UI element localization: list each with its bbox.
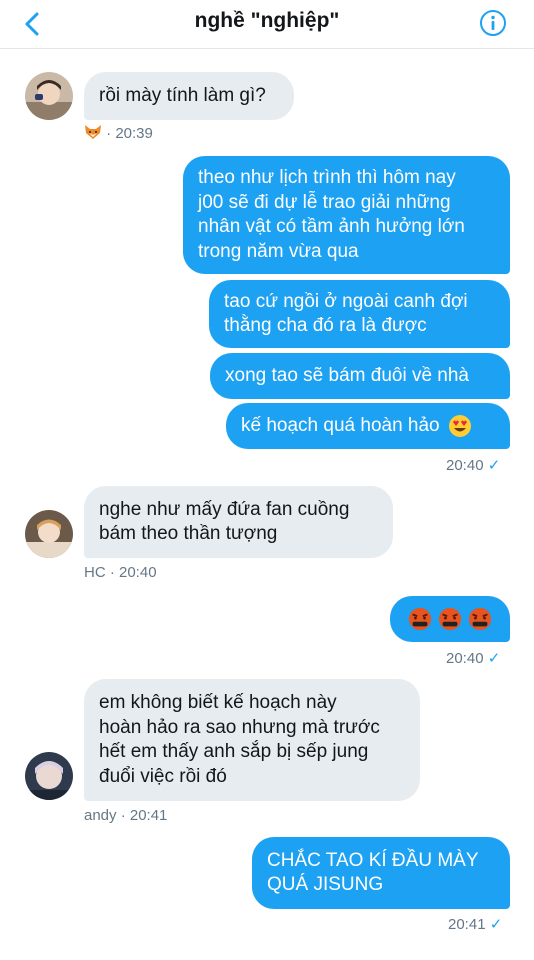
message-time: 20:40 <box>446 457 484 474</box>
cursing-face-emoji-icon <box>438 607 462 631</box>
avatar[interactable] <box>25 72 73 120</box>
message-text: theo như lịch trình thì hôm nay j00 sẽ đ… <box>198 167 465 262</box>
message-bubble[interactable]: nghe như mấy đứa fan cuồng bám theo thần… <box>84 486 393 558</box>
message-meta: 20:41 ✓ <box>448 915 502 933</box>
message-bubble[interactable]: tao cứ ngồi ở ngoài canh đợi thằng cha đ… <box>209 280 510 348</box>
message-time: HC · 20:40 <box>84 564 157 581</box>
message-text: CHẮC TAO KÍ ĐẦU MÀY QUÁ JISUNG <box>267 849 479 896</box>
message-text: kế hoạch quá hoàn hảo <box>241 414 440 436</box>
message-text: xong tao sẽ bám đuôi về nhà <box>225 364 470 386</box>
message-text: em không biết kế hoạch này hoàn hảo ra s… <box>99 692 380 787</box>
cursing-face-emoji-icon <box>408 607 432 631</box>
cursing-face-emoji-icon <box>468 607 492 631</box>
read-check-icon: ✓ <box>487 457 501 474</box>
message-bubble[interactable]: theo như lịch trình thì hôm nay j00 sẽ đ… <box>183 156 510 274</box>
read-check-icon: ✓ <box>489 916 503 933</box>
avatar-image <box>25 752 73 800</box>
message-meta: HC · 20:40 <box>84 564 157 581</box>
message-time: 20:41 <box>448 916 486 933</box>
message-bubble[interactable]: kế hoạch quá hoàn hảo <box>226 403 510 449</box>
message-time: · 20:39 <box>106 125 153 142</box>
message-meta: andy · 20:41 <box>84 807 167 824</box>
message-meta: 20:40 ✓ <box>446 456 500 474</box>
message-bubble[interactable]: xong tao sẽ bám đuôi về nhà <box>210 353 510 399</box>
message-text: rồi mày tính làm gì? <box>99 84 266 106</box>
message-time: · 20:41 <box>120 807 168 824</box>
message-text: tao cứ ngồi ở ngoài canh đợi thằng cha đ… <box>224 290 468 337</box>
message-text: nghe như mấy đứa fan cuồng bám theo thần… <box>99 498 350 545</box>
message-meta: 20:40 ✓ <box>446 649 500 667</box>
avatar-image <box>25 72 73 120</box>
info-icon[interactable] <box>479 9 507 37</box>
avatar-image <box>25 510 73 558</box>
message-meta: · 20:39 <box>84 124 153 142</box>
avatar[interactable] <box>25 510 73 558</box>
heart-eyes-emoji-icon <box>448 415 471 437</box>
message-bubble[interactable]: em không biết kế hoạch này hoàn hảo ra s… <box>84 679 420 801</box>
message-bubble[interactable] <box>390 596 510 642</box>
read-check-icon: ✓ <box>487 650 501 667</box>
fox-emoji-icon <box>85 125 101 139</box>
sender-name: andy <box>84 807 117 824</box>
message-bubble[interactable]: CHẮC TAO KÍ ĐẦU MÀY QUÁ JISUNG <box>252 837 510 909</box>
message-time: 20:40 <box>446 650 484 667</box>
avatar[interactable] <box>25 752 73 800</box>
conversation-title: nghề "nghiệp" <box>194 9 340 32</box>
message-bubble[interactable]: rồi mày tính làm gì? <box>84 72 294 120</box>
